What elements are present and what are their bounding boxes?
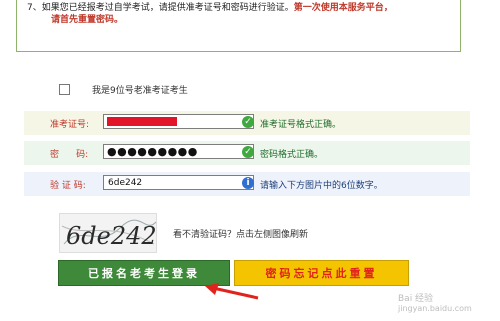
redacted-exam-id xyxy=(107,117,177,126)
exam-id-input[interactable] xyxy=(103,114,254,129)
notice-text-bold: 第一次使用本服务平台， xyxy=(293,3,393,13)
exam-id-status: 准考证号格式正确。 xyxy=(260,120,342,130)
pointer-arrow-icon xyxy=(205,283,259,300)
exam-id-label: 准考证号: xyxy=(50,120,90,130)
notice-box: 7、如果您已经报考过自学考试，请提供准考证号和密码进行验证。第一次使用本服务平台… xyxy=(16,0,461,52)
password-value: ●●●●●●●●● xyxy=(107,145,198,158)
captcha-refresh-hint: 看不清验证码？点击左侧图像刷新 xyxy=(173,230,309,240)
old-exam-id-checkbox-row[interactable]: 我是9位号老准考证考生 xyxy=(59,82,188,96)
password-row: 密 码: ●●●●●●●●● ✓ 密码格式正确。 xyxy=(24,141,470,165)
exam-id-row: 准考证号: ✓ 准考证号格式正确。 xyxy=(24,111,470,135)
password-input[interactable]: ●●●●●●●●● xyxy=(103,144,254,159)
password-label: 密 码: xyxy=(50,150,89,160)
old-exam-id-checkbox[interactable] xyxy=(59,83,70,95)
watermark-url: jingyan.baidu.com xyxy=(398,304,472,313)
watermark-brand: Bai 经验 xyxy=(398,294,434,304)
captcha-status: 请输入下方图片中的6位数字。 xyxy=(260,181,383,191)
captcha-label: 验 证 码: xyxy=(50,181,86,191)
captcha-row: 验 证 码: 6de242 i 请输入下方图片中的6位数字。 xyxy=(24,172,470,196)
captcha-input-value: 6de242 xyxy=(108,178,143,188)
notice-text-second-line: 请首先重置密码。 xyxy=(51,15,124,25)
captcha-image-text: 6de242 xyxy=(66,222,157,250)
captcha-input[interactable]: 6de242 xyxy=(103,175,254,190)
captcha-graphic: 6de242 xyxy=(61,219,157,250)
password-status: 密码格式正确。 xyxy=(260,150,324,160)
check-icon: ✓ xyxy=(242,146,254,158)
old-exam-id-checkbox-label: 我是9位号老准考证考生 xyxy=(92,85,188,96)
captcha-image[interactable]: 6de242 xyxy=(59,213,157,253)
info-icon: i xyxy=(242,177,254,189)
check-icon: ✓ xyxy=(242,116,254,128)
watermark: Bai 经验 jingyan.baidu.com xyxy=(398,294,472,314)
